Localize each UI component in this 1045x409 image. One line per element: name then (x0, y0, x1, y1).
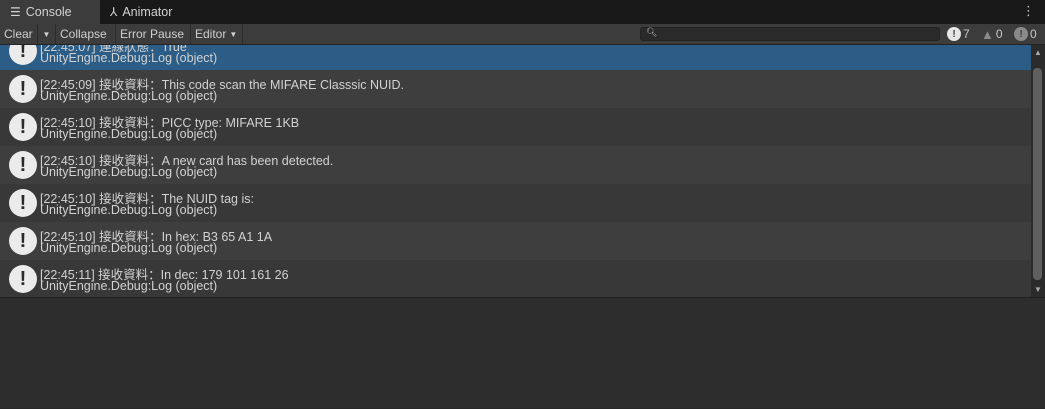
tab-bar: ☰ Console ⅄ Animator ⋮ (0, 0, 1045, 24)
clear-button[interactable]: Clear (0, 24, 38, 44)
log-stack: UnityEngine.Debug:Log (object) (40, 279, 218, 293)
chevron-down-icon: ▼ (229, 29, 238, 39)
error-icon: ! (1014, 27, 1028, 41)
collapse-button[interactable]: Collapse (56, 24, 116, 44)
editor-dropdown[interactable]: Editor ▼ (191, 24, 243, 44)
scrollbar-thumb[interactable] (1033, 68, 1042, 280)
collapse-button-label: Collapse (60, 27, 107, 41)
info-icon: ! (9, 75, 37, 103)
log-stack: UnityEngine.Debug:Log (object) (40, 165, 218, 179)
log-stack: UnityEngine.Debug:Log (object) (40, 241, 218, 255)
info-icon: ! (947, 27, 961, 41)
search-icon: 🔍︎ (646, 27, 658, 37)
tab-console[interactable]: ☰ Console (0, 0, 100, 24)
info-icon: ! (9, 113, 37, 141)
info-icon: ! (9, 189, 37, 217)
log-list-scrollbar[interactable]: ▲ ▼ (1031, 45, 1045, 297)
log-entry[interactable]: ! [22:45:10] 接收資料：In hex: B3 65 A1 1A Un… (0, 222, 1031, 260)
log-entry[interactable]: ! [22:45:11] 接收資料：In dec: 179 101 161 26… (0, 260, 1031, 297)
clear-button-label: Clear (4, 27, 33, 41)
log-stack: UnityEngine.Debug:Log (object) (40, 51, 218, 65)
info-icon: ! (9, 265, 37, 293)
info-icon: ! (9, 227, 37, 255)
scroll-up-arrow-icon[interactable]: ▲ (1034, 48, 1042, 57)
search-field[interactable]: 🔍︎ (640, 27, 940, 41)
log-detail-pane (0, 298, 1045, 408)
log-count-toggle[interactable]: ! 7 (947, 26, 970, 42)
info-icon: ! (9, 45, 37, 65)
console-toolbar: Clear ▼ Collapse Error Pause Editor ▼ 🔍︎… (0, 24, 1045, 45)
tab-console-label: Console (25, 5, 72, 19)
animator-icon: ⅄ (110, 5, 118, 19)
warning-icon: ▲ (981, 26, 994, 42)
log-entry[interactable]: ! [22:45:10] 接收資料：A new card has been de… (0, 146, 1031, 184)
log-list[interactable]: ! [22:45:07] 連線狀態：True UnityEngine.Debug… (0, 45, 1031, 297)
list-icon: ☰ (10, 5, 21, 19)
log-entry[interactable]: ! [22:45:07] 連線狀態：True UnityEngine.Debug… (0, 45, 1031, 70)
error-pause-button-label: Error Pause (120, 27, 185, 41)
tab-animator[interactable]: ⅄ Animator (110, 0, 200, 24)
log-entry[interactable]: ! [22:45:10] 接收資料：PICC type: MIFARE 1KB … (0, 108, 1031, 146)
error-count: 0 (1030, 27, 1037, 41)
chevron-down-icon: ▼ (42, 29, 51, 39)
tab-animator-label: Animator (122, 5, 173, 19)
scroll-down-arrow-icon[interactable]: ▼ (1034, 285, 1042, 294)
log-stack: UnityEngine.Debug:Log (object) (40, 127, 218, 141)
clear-options-dropdown[interactable]: ▼ (38, 24, 56, 44)
warning-count: 0 (995, 27, 1003, 41)
error-count-toggle[interactable]: ! 0 (1014, 26, 1037, 42)
log-entry[interactable]: ! [22:45:10] 接收資料：The NUID tag is: Unity… (0, 184, 1031, 222)
editor-dropdown-label: Editor (195, 27, 227, 41)
warning-count-toggle[interactable]: ▲ 0 (981, 26, 1003, 42)
error-pause-button[interactable]: Error Pause (116, 24, 191, 44)
info-icon: ! (9, 151, 37, 179)
log-stack: UnityEngine.Debug:Log (object) (40, 89, 218, 103)
log-count: 7 (963, 27, 970, 41)
kebab-menu-icon[interactable]: ⋮ (1022, 4, 1035, 18)
log-stack: UnityEngine.Debug:Log (object) (40, 203, 218, 217)
log-entry[interactable]: ! [22:45:09] 接收資料：This code scan the MIF… (0, 70, 1031, 108)
